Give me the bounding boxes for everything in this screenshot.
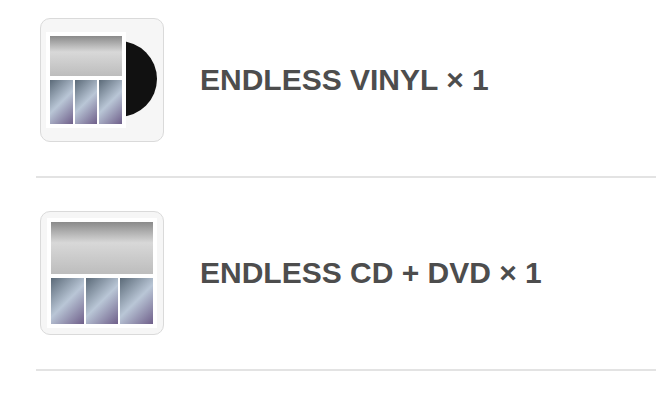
album-cover-icon	[47, 218, 157, 328]
cart-item-list: ENDLESS VINYL × 1 ENDLESS CD + DVD × 1	[0, 0, 656, 371]
product-thumbnail[interactable]	[40, 18, 164, 142]
cart-item[interactable]: ENDLESS CD + DVD × 1	[36, 178, 656, 371]
product-thumbnail[interactable]	[40, 211, 164, 335]
product-label: ENDLESS CD + DVD × 1	[200, 256, 542, 290]
cart-item[interactable]: ENDLESS VINYL × 1	[36, 0, 656, 178]
album-cover-icon	[46, 32, 126, 128]
product-label: ENDLESS VINYL × 1	[200, 63, 489, 97]
